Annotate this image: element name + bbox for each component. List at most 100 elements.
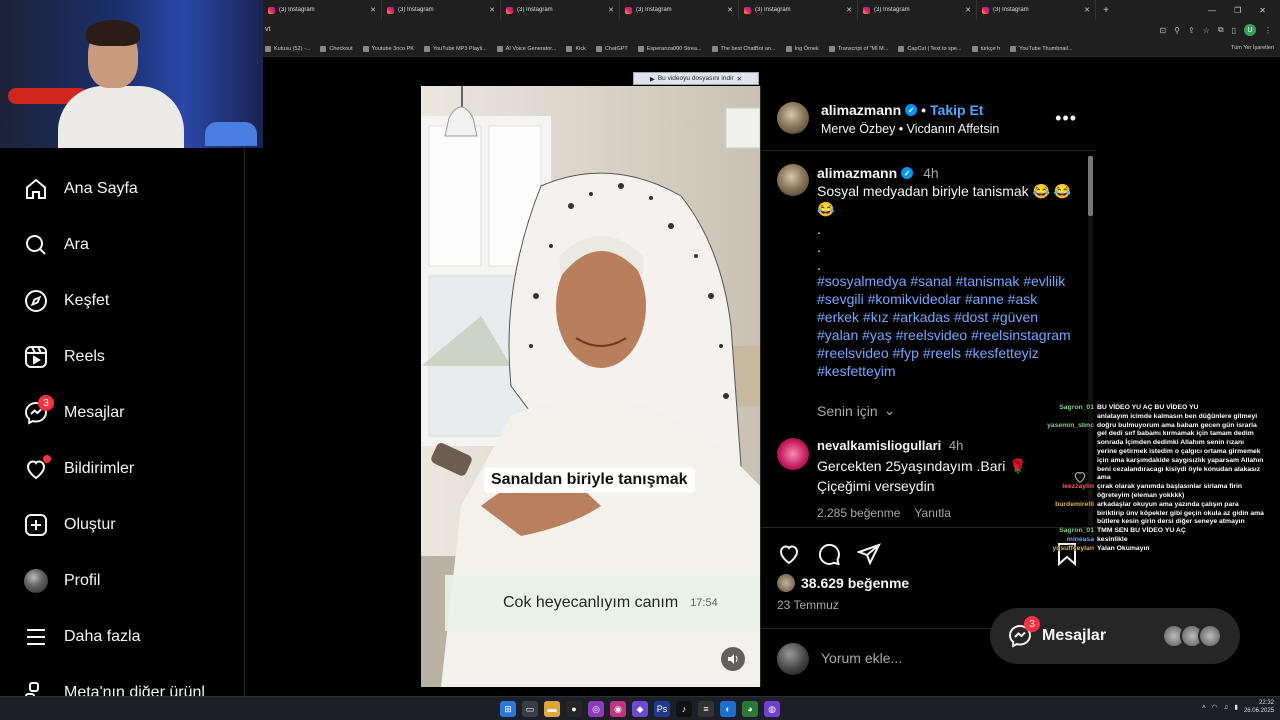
app-icon[interactable]: Ps	[654, 701, 670, 717]
caption-avatar[interactable]	[777, 164, 809, 196]
commenter-avatar[interactable]	[777, 438, 809, 470]
bookmark-item[interactable]: AI Voice Generator...	[496, 46, 556, 52]
commenter-username[interactable]: nevalkamisliogullari	[817, 438, 941, 453]
reply-button[interactable]: Yanıtla	[914, 506, 950, 520]
minimize-icon[interactable]: —	[1208, 6, 1216, 15]
browser-tab[interactable]: (3) Instagram ✕	[977, 0, 1096, 20]
star-icon[interactable]: ☆	[1203, 26, 1210, 35]
bookmark-item[interactable]: Transcript of "Mİ M...	[828, 46, 888, 52]
app-icon[interactable]: ◆	[632, 701, 648, 717]
scrollbar-thumb[interactable]	[1088, 156, 1093, 216]
comment-likes[interactable]: 2.285 beğenme	[817, 506, 900, 520]
kebab-menu-icon[interactable]: ⋮	[1264, 26, 1272, 35]
speaker-icon	[728, 654, 738, 664]
likes-row[interactable]: 38.629 beğenme	[777, 574, 909, 592]
app-icon[interactable]: ≡	[698, 701, 714, 717]
sidebar-item-home[interactable]: Ana Sayfa	[24, 174, 138, 204]
close-tab-icon[interactable]: ✕	[965, 6, 971, 14]
author-avatar[interactable]	[777, 102, 809, 134]
author-username[interactable]: alimazmann	[821, 102, 901, 118]
close-tab-icon[interactable]: ✕	[370, 6, 376, 14]
bookmark-item[interactable]: YouTube Thumbnail...	[1010, 46, 1072, 52]
share-icon[interactable]: ⇪	[1188, 26, 1195, 35]
bookmark-label: Kick	[575, 46, 586, 52]
bookmark-item[interactable]: türkçe h	[971, 46, 1000, 52]
wifi-icon[interactable]: ◠	[1212, 703, 1218, 711]
bookmark-item[interactable]: CapCut | Text to spe...	[898, 46, 962, 52]
bookmark-item[interactable]: Checkout	[320, 46, 353, 52]
speaker-icon[interactable]: ♫	[1224, 704, 1229, 711]
app-icon[interactable]: ●	[566, 701, 582, 717]
more-options-icon[interactable]: •••	[1055, 108, 1077, 129]
battery-icon[interactable]: ▮	[1234, 703, 1238, 711]
close-tab-icon[interactable]: ✕	[727, 6, 733, 14]
extension-icon[interactable]: ⧉	[1218, 25, 1224, 35]
close-tab-icon[interactable]: ✕	[608, 6, 614, 14]
bookmark-item[interactable]: Youtube 3nco PK	[362, 46, 414, 52]
caption-hashtags[interactable]: #sosyalmedya #sanal #tanismak #evlilik #…	[817, 272, 1072, 380]
maximize-icon[interactable]: ❐	[1234, 6, 1241, 15]
instagram-icon[interactable]: ◉	[610, 701, 626, 717]
sidebar-item-messages[interactable]: 3 Mesajlar	[24, 395, 124, 428]
tiktok-icon[interactable]: ♪	[676, 701, 692, 717]
browser-tab[interactable]: (3) Instagram ✕	[501, 0, 620, 20]
browser-tab[interactable]: (3) Instagram ✕	[858, 0, 977, 20]
app-icon[interactable]: ◍	[764, 701, 780, 717]
new-tab-button[interactable]: +	[1096, 5, 1116, 16]
sidebar-item-search[interactable]: Ara	[24, 230, 89, 260]
bookmark-item[interactable]: İng Örnek	[785, 46, 819, 52]
caption-username[interactable]: alimazmann	[817, 165, 897, 181]
file-explorer-icon[interactable]: ▬	[544, 701, 560, 717]
volume-button[interactable]	[721, 647, 745, 671]
chrome-icon[interactable]: ◕	[742, 701, 758, 717]
address-bar[interactable]: vt ⊡ ⚲ ⇪ ☆ ⧉ ▯ U ⋮	[263, 20, 1280, 42]
sidebar-item-create[interactable]: Oluştur	[24, 510, 116, 540]
chat-avatar	[1198, 624, 1222, 648]
comment-input[interactable]: Yorum ekle...	[821, 650, 902, 666]
bookmark-item[interactable]: YouTube MP3 Playli...	[423, 46, 487, 52]
start-icon[interactable]: ⊞	[500, 701, 516, 717]
reel-video[interactable]: Sanaldan biriyle tanışmak Cok heyecanlıy…	[421, 86, 760, 687]
clock[interactable]: 22:32 26.06.2025	[1244, 699, 1274, 715]
video-download-bar[interactable]: ▶ Bu videoyu dosyasını indir ✕	[633, 72, 759, 85]
sidebar-item-more[interactable]: Daha fazla	[24, 622, 141, 652]
close-window-icon[interactable]: ✕	[1259, 6, 1266, 15]
close-icon[interactable]: ✕	[737, 75, 742, 83]
share-send-icon[interactable]	[857, 542, 881, 566]
all-bookmarks[interactable]: Tüm Yer İşaretleri	[1231, 45, 1274, 51]
sidebar-item-reels[interactable]: Reels	[24, 342, 105, 372]
close-tab-icon[interactable]: ✕	[1084, 6, 1090, 14]
sidebar-label: Ara	[64, 236, 89, 253]
browser-tab[interactable]: (3) Instagram ✕	[739, 0, 858, 20]
like-heart-icon[interactable]	[777, 542, 801, 566]
app-icon[interactable]: ◐	[720, 701, 736, 717]
browser-tab[interactable]: (3) Instagram ✕	[263, 0, 382, 20]
follow-button[interactable]: Takip Et	[930, 102, 983, 118]
bookmark-item[interactable]: Kutusu (52) -...	[265, 46, 310, 52]
audio-track-link[interactable]: Merve Özbey • Vicdanın Affetsin	[821, 122, 999, 136]
profile-avatar[interactable]: U	[1244, 24, 1256, 36]
zoom-icon[interactable]: ⚲	[1174, 26, 1180, 35]
bookmark-item[interactable]: Kick	[566, 46, 586, 52]
bookmark-item[interactable]: Esperanza000 Strea...	[637, 46, 702, 52]
sidebar-item-profile[interactable]: Profil	[24, 566, 100, 596]
sidebar-icon[interactable]: ▯	[1232, 26, 1236, 35]
close-tab-icon[interactable]: ✕	[846, 6, 852, 14]
likes-count[interactable]: 38.629 beğenme	[801, 575, 909, 591]
browser-tab[interactable]: (3) Instagram ✕	[620, 0, 739, 20]
app-icon[interactable]: ◎	[588, 701, 604, 717]
bookmark-favicon	[362, 46, 369, 52]
sidebar-item-explore[interactable]: Keşfet	[24, 286, 109, 316]
install-icon[interactable]: ⊡	[1159, 26, 1166, 35]
task-view-icon[interactable]: ▭	[522, 701, 538, 717]
close-tab-icon[interactable]: ✕	[489, 6, 495, 14]
tray-chevron-icon[interactable]: ˄	[1202, 704, 1206, 711]
browser-tab[interactable]: (3) Instagram ✕	[382, 0, 501, 20]
bookmark-item[interactable]: ChatGPT	[595, 46, 628, 52]
messages-floating-button[interactable]: 3 Mesajlar	[990, 608, 1240, 664]
sidebar-item-notifications[interactable]: Bildirimler	[24, 454, 134, 484]
comment-icon[interactable]	[817, 542, 841, 566]
bookmark-item[interactable]: The best ChatBot an...	[711, 46, 776, 52]
address-text[interactable]: vt	[265, 26, 270, 33]
translation-toggle[interactable]: Senin için ⌄	[817, 402, 895, 419]
